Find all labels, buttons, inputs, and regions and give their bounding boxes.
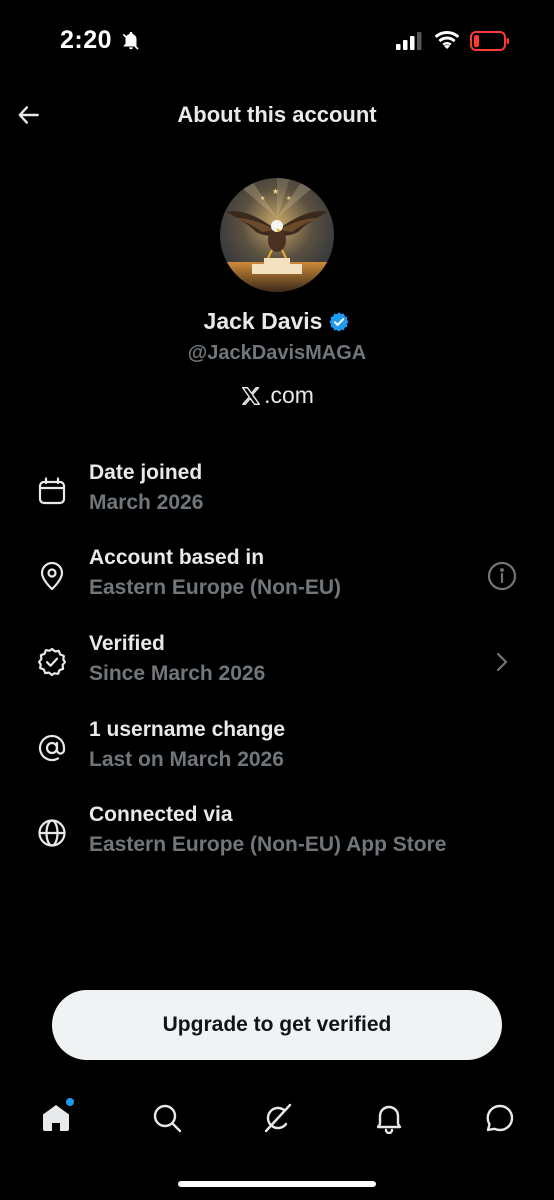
handle: @JackDavisMAGA <box>187 342 367 364</box>
messages-icon <box>486 1104 514 1132</box>
nav-messages[interactable] <box>480 1098 520 1138</box>
svg-text:★: ★ <box>272 187 279 196</box>
info-title: Connected via <box>89 803 233 826</box>
home-icon <box>43 1105 69 1131</box>
home-indicator <box>178 1181 376 1187</box>
svg-text:★: ★ <box>286 195 291 202</box>
notification-dot <box>66 1098 74 1106</box>
info-title: Date joined <box>89 461 203 484</box>
at-sign-icon <box>38 734 66 762</box>
info-item-account-based-in: Account based in Eastern Europe (Non-EU) <box>0 546 554 616</box>
grok-icon <box>264 1103 292 1133</box>
calendar-icon <box>38 477 66 505</box>
info-title: 1 username change <box>89 718 286 741</box>
verified-details-button[interactable] <box>486 646 518 678</box>
avatar[interactable]: ★ ★ ★ <box>220 178 334 292</box>
status-time: 2:20 <box>60 26 113 54</box>
name-row: Jack Davis <box>0 308 554 335</box>
bottom-nav <box>0 1090 554 1150</box>
upgrade-button[interactable]: Upgrade to get verified <box>52 990 502 1060</box>
verified-check-icon <box>37 647 67 677</box>
info-title: Verified <box>89 632 165 655</box>
status-bar: 2:20 <box>0 0 554 80</box>
wifi-icon <box>434 31 460 49</box>
info-title: Account based in <box>89 546 265 569</box>
nav-notifications[interactable] <box>369 1098 409 1138</box>
chevron-right-icon <box>496 652 508 672</box>
search-icon <box>153 1104 182 1133</box>
info-subtitle: Eastern Europe (Non-EU) App Store <box>89 833 447 856</box>
account-location-info-button[interactable] <box>486 560 518 592</box>
bell-icon <box>376 1105 402 1134</box>
location-pin-icon <box>40 561 64 591</box>
info-subtitle: Eastern Europe (Non-EU) <box>89 576 342 599</box>
eagle-avatar-image: ★ ★ ★ <box>220 178 334 292</box>
platform-text: .com <box>264 382 314 408</box>
x-logo-icon <box>242 386 261 405</box>
info-item-username-change: 1 username change Last on March 2026 <box>0 718 554 788</box>
signal-icon <box>396 32 422 50</box>
nav-search[interactable] <box>147 1098 187 1138</box>
bell-off-icon <box>122 31 139 50</box>
info-circle-icon <box>487 561 517 591</box>
globe-icon <box>38 819 66 847</box>
info-subtitle: Since March 2026 <box>89 662 266 685</box>
verified-badge-icon <box>329 311 350 332</box>
platform-link: .com <box>0 382 554 409</box>
battery-icon <box>470 31 509 51</box>
nav-grok[interactable] <box>258 1098 298 1138</box>
display-name: Jack Davis <box>203 308 323 334</box>
info-item-date-joined: Date joined March 2026 <box>0 461 554 531</box>
page-title: About this account <box>177 102 377 127</box>
info-subtitle: Last on March 2026 <box>89 748 284 771</box>
info-subtitle: March 2026 <box>89 491 204 514</box>
info-item-connected-via: Connected via Eastern Europe (Non-EU) Ap… <box>0 803 554 873</box>
nav-home[interactable] <box>36 1098 76 1138</box>
svg-text:★: ★ <box>260 195 265 202</box>
info-item-verified[interactable]: Verified Since March 2026 <box>0 632 554 702</box>
header: About this account <box>0 90 554 140</box>
